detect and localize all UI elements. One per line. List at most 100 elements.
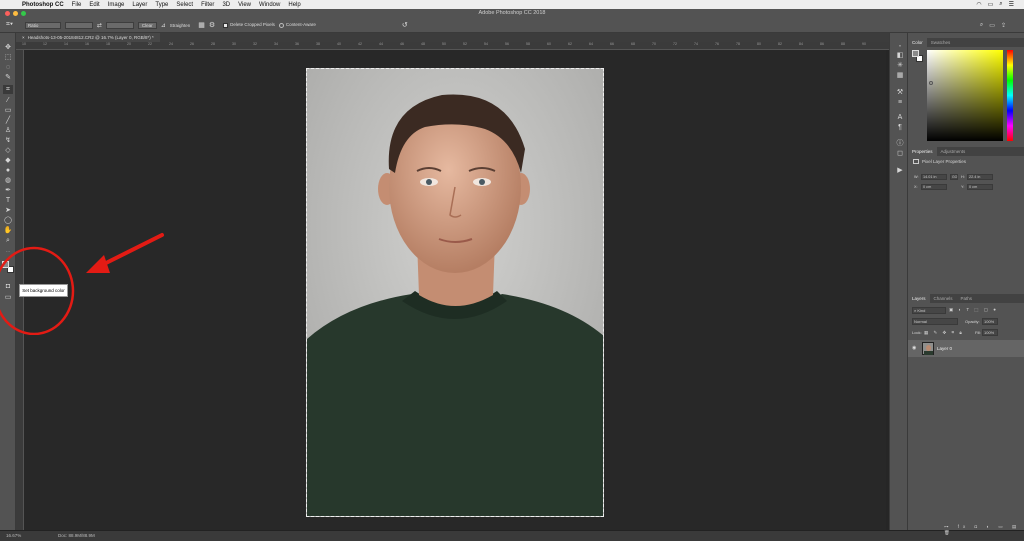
ruler-tick-label: 86 (820, 42, 824, 46)
properties-panel-icon[interactable]: ◻ (895, 149, 905, 158)
workspace-icon[interactable]: ▭ (989, 22, 995, 29)
type-tool-icon[interactable]: T (3, 196, 13, 205)
menubar-status-icons: ◠ ▭ ⌕ ☰ (976, 1, 1024, 8)
history-panel-icon[interactable]: ◧ (895, 51, 905, 60)
history-brush-tool-icon[interactable]: ↯ (3, 136, 13, 145)
reset-icon[interactable]: ↺ (402, 21, 408, 29)
height-input[interactable]: 22.4 in (967, 174, 993, 180)
visibility-eye-icon[interactable]: ◉ (912, 345, 916, 351)
panel-fg-swatch[interactable] (912, 50, 919, 57)
delete-cropped-label: Delete Cropped Pixels (230, 22, 275, 28)
delete-cropped-checkbox[interactable]: Delete Cropped Pixels (223, 22, 275, 28)
character-panel-icon[interactable]: A (895, 113, 905, 122)
document-tab[interactable]: × Headshots-13-05-20184812.CR2 @ 16.7% (… (16, 33, 160, 42)
menu-view[interactable]: View (238, 2, 251, 8)
menu-image[interactable]: Image (108, 2, 125, 8)
menu-3d[interactable]: 3D (222, 2, 230, 8)
menu-select[interactable]: Select (176, 2, 193, 8)
menu-filter[interactable]: Filter (201, 2, 214, 8)
pen-tool-icon[interactable]: ✒ (3, 186, 13, 195)
ratio-height-input[interactable] (105, 21, 134, 29)
swatches-panel-icon[interactable]: ▦ (895, 71, 905, 80)
paragraph-panel-icon[interactable]: ¶ (895, 123, 905, 132)
straighten-label[interactable]: Straighten (170, 23, 191, 28)
blend-mode-dropdown[interactable]: Normal (912, 318, 958, 325)
tab-channels[interactable]: Channels (930, 294, 957, 303)
menu-edit[interactable]: Edit (89, 2, 99, 8)
healing-brush-tool-icon[interactable]: ▭ (3, 106, 13, 115)
path-selection-tool-icon[interactable]: ➤ (3, 206, 13, 215)
opacity-label: Opacity: (965, 319, 980, 324)
tab-adjustments[interactable]: Adjustments (937, 147, 970, 156)
actions-panel-icon[interactable]: ▶ (895, 166, 905, 175)
ratio-dropdown[interactable]: Ratio (24, 21, 61, 29)
layer-name[interactable]: Layer 0 (937, 346, 952, 351)
color-picker-marker[interactable] (929, 81, 933, 85)
battery-icon[interactable]: ▭ (988, 1, 994, 8)
content-aware-checkbox[interactable]: Content-Aware (278, 22, 316, 28)
menu-file[interactable]: File (72, 2, 82, 8)
lasso-tool-icon[interactable]: ◌ (3, 63, 13, 72)
panel-color-swatches (912, 50, 924, 63)
eraser-tool-icon[interactable]: ◇ (3, 146, 13, 155)
color-picker-field[interactable] (927, 50, 1003, 141)
link-dimensions-button[interactable]: GO (950, 174, 958, 180)
marquee-tool-icon[interactable]: ⬚ (3, 53, 13, 62)
hue-slider[interactable] (1007, 50, 1013, 141)
adjustment-icon[interactable]: ≡ (895, 98, 905, 107)
tab-properties[interactable]: Properties (908, 147, 937, 156)
tab-layers[interactable]: Layers (908, 294, 930, 303)
width-input[interactable]: 14.01 in (921, 174, 947, 180)
straighten-icon[interactable]: ⊿ (161, 22, 166, 29)
lock-buttons[interactable]: ▦ ✎ ✥ ⌗ 🔒︎ (924, 330, 964, 336)
document-size[interactable]: Doc: 88.9M/88.9M (58, 533, 95, 538)
y-input[interactable]: 0 cm (967, 184, 993, 190)
tool-presets-icon[interactable]: ⚒ (895, 88, 905, 97)
crop-settings-gear-icon[interactable]: ⚙ (209, 21, 215, 29)
search-icon[interactable]: ⌕ (980, 22, 983, 29)
eyedropper-tool-icon[interactable]: ⁄ (3, 96, 13, 105)
dodge-tool-icon[interactable]: ◍ (3, 176, 13, 185)
horizontal-ruler[interactable]: 10 12 14 16 18 20 22 24 26 28 30 32 34 36 38 40 42 44 46 48… (16, 42, 889, 50)
ratio-label: Ratio (27, 22, 39, 28)
clear-button[interactable]: Clear (137, 21, 157, 29)
quick-select-tool-icon[interactable]: ✎ (3, 73, 13, 82)
app-name[interactable]: Photoshop CC (22, 2, 64, 8)
spotlight-search-icon[interactable]: ⌕ (999, 1, 1002, 8)
tab-color[interactable]: Color (908, 38, 927, 47)
crop-tool-icon[interactable]: ⌗ (3, 85, 13, 94)
tab-swatches[interactable]: Swatches (927, 38, 955, 47)
swap-icon[interactable]: ⇄ (97, 22, 102, 29)
share-icon[interactable]: ⇪ (1001, 22, 1006, 29)
tab-paths[interactable]: Paths (957, 294, 977, 303)
panel-collapse-icon[interactable]: » (895, 41, 905, 50)
menu-help[interactable]: Help (288, 2, 300, 8)
zoom-level[interactable]: 16.67% (6, 533, 21, 538)
info-panel-icon[interactable]: ⓘ (895, 139, 905, 148)
menu-layer[interactable]: Layer (132, 2, 147, 8)
brushes-panel-icon[interactable]: ✳ (895, 61, 905, 70)
wifi-icon[interactable]: ◠ (976, 1, 981, 8)
ratio-width-input[interactable] (64, 21, 93, 29)
x-input[interactable]: 0 cm (921, 184, 947, 190)
brush-tool-icon[interactable]: ╱ (3, 116, 13, 125)
clone-stamp-tool-icon[interactable]: ♙ (3, 126, 13, 135)
menu-list-icon[interactable]: ☰ (1009, 1, 1014, 8)
crop-tool-preset-icon[interactable]: ⌗▾ (6, 21, 13, 29)
fill-input[interactable]: 100% (982, 329, 998, 336)
shape-tool-icon[interactable]: ◯ (3, 216, 13, 225)
close-tab-icon[interactable]: × (22, 35, 25, 40)
layer-row[interactable]: ◉ Layer 0 (908, 340, 1024, 357)
menu-window[interactable]: Window (259, 2, 280, 8)
blur-tool-icon[interactable]: ● (3, 166, 13, 175)
layers-footer-buttons[interactable]: ⊶ fx ◘ ◐ ▭ ▤ 🗑︎ (944, 524, 1024, 536)
document-image[interactable] (306, 68, 604, 517)
move-tool-icon[interactable]: ✥ (3, 43, 13, 52)
layer-filter-kind[interactable]: ⌕ Kind (912, 307, 946, 314)
opacity-input[interactable]: 100% (982, 318, 998, 325)
ruler-tick-label: 48 (421, 42, 425, 46)
overlay-grid-icon[interactable]: ▦ (198, 21, 205, 29)
gradient-tool-icon[interactable]: ◆ (3, 156, 13, 165)
layer-filter-icons[interactable]: ▣ ◐ T ⬚ ▢ ● (949, 307, 998, 313)
menu-type[interactable]: Type (155, 2, 168, 8)
